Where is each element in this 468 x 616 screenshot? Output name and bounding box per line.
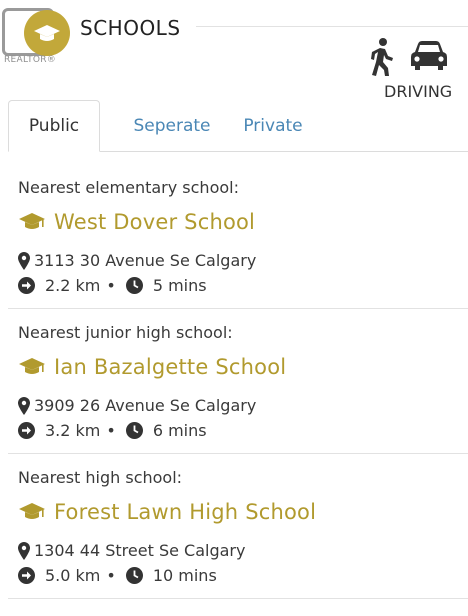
school-drive-time: 10 mins (152, 566, 217, 585)
school-distance: 5.0 km (45, 566, 101, 585)
school-name: Ian Bazalgette School (54, 355, 287, 379)
school-level-label: Nearest high school: (18, 468, 183, 487)
separator-bullet: • (106, 276, 116, 295)
school-address: 1304 44 Street Se Calgary (18, 541, 245, 560)
school-name-link[interactable]: Ian Bazalgette School (18, 355, 286, 379)
school-address-text: 3113 30 Avenue Se Calgary (34, 251, 257, 270)
clock-icon (125, 567, 143, 584)
graduation-cap-logo-icon (34, 25, 60, 41)
graduation-cap-icon (19, 503, 45, 519)
tab-seperate[interactable]: Seperate (118, 100, 226, 152)
school-distance-row: 5.0 km • 10 mins (18, 566, 217, 585)
tab-public[interactable]: Public (8, 100, 100, 152)
school-distance: 3.2 km (45, 421, 101, 440)
walking-person-icon (371, 38, 393, 76)
school-card-junior-high: Nearest junior high school: Ian Bazalget… (8, 309, 468, 454)
school-card-elementary: Nearest elementary school: West Dover Sc… (8, 164, 468, 309)
arrow-circle-right-icon (18, 422, 35, 439)
school-name-link[interactable]: Forest Lawn High School (18, 500, 316, 524)
school-address-text: 3909 26 Avenue Se Calgary (34, 396, 257, 415)
logo-text: REALTOR® (4, 55, 57, 65)
school-drive-time: 6 mins (152, 421, 207, 440)
travel-mode-label: DRIVING (384, 82, 453, 101)
schools-header: REALTOR® SCHOOLS DRIVING (0, 0, 468, 101)
school-name-link[interactable]: West Dover School (18, 210, 255, 234)
school-name: Forest Lawn High School (54, 500, 317, 524)
school-type-tabs: Public Seperate Private (8, 100, 468, 152)
school-drive-time: 5 mins (152, 276, 207, 295)
map-marker-icon (18, 541, 30, 560)
car-icon (411, 41, 447, 70)
tab-private[interactable]: Private (238, 100, 308, 152)
walking-mode-button[interactable] (366, 37, 396, 77)
arrow-circle-right-icon (18, 567, 35, 584)
graduation-cap-icon (19, 213, 45, 229)
school-name: West Dover School (54, 210, 256, 234)
separator-bullet: • (106, 566, 116, 585)
school-address-text: 1304 44 Street Se Calgary (34, 541, 246, 560)
map-marker-icon (18, 251, 30, 270)
graduation-cap-icon (19, 358, 45, 374)
school-address: 3113 30 Avenue Se Calgary (18, 251, 256, 270)
school-level-label: Nearest junior high school: (18, 323, 233, 342)
separator-bullet: • (106, 421, 116, 440)
clock-icon (125, 422, 143, 439)
school-distance-row: 3.2 km • 6 mins (18, 421, 207, 440)
page-title: SCHOOLS (80, 16, 181, 40)
map-marker-icon (18, 396, 30, 415)
school-list: Nearest elementary school: West Dover Sc… (8, 164, 468, 599)
clock-icon (125, 277, 143, 294)
school-address: 3909 26 Avenue Se Calgary (18, 396, 256, 415)
header-divider (196, 26, 468, 27)
school-level-label: Nearest elementary school: (18, 178, 239, 197)
school-card-high: Nearest high school: Forest Lawn High Sc… (8, 454, 468, 599)
school-distance: 2.2 km (45, 276, 101, 295)
school-distance-row: 2.2 km • 5 mins (18, 276, 207, 295)
driving-mode-button[interactable] (410, 40, 448, 72)
logo-circle-shape (24, 10, 70, 56)
arrow-circle-right-icon (18, 277, 35, 294)
realtor-logo: REALTOR® (2, 4, 70, 66)
